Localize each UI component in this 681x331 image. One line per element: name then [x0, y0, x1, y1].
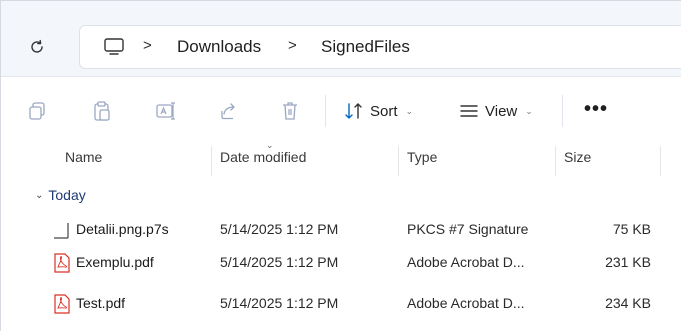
file-size: 231 KB — [605, 254, 651, 270]
refresh-button[interactable] — [27, 37, 47, 57]
column-header-name[interactable]: Name — [65, 149, 102, 165]
file-name: Exemplu.pdf — [76, 254, 154, 270]
rename-button[interactable] — [155, 99, 177, 123]
breadcrumb-separator[interactable]: > — [288, 37, 297, 54]
delete-button[interactable] — [279, 99, 301, 123]
column-divider[interactable] — [398, 146, 399, 176]
file-size: 75 KB — [612, 221, 651, 237]
chevron-down-icon: ⌄ — [35, 189, 44, 201]
file-name: Detalii.png.p7s — [76, 221, 169, 237]
sort-label: Sort — [370, 102, 398, 120]
column-divider[interactable] — [660, 146, 661, 176]
list-item[interactable]: Detalii.png.p7s 5/14/2025 1:12 PM PKCS #… — [1, 215, 681, 247]
file-date: 5/14/2025 1:12 PM — [220, 295, 339, 311]
breadcrumb-separator[interactable]: > — [143, 37, 152, 54]
share-button[interactable] — [217, 99, 239, 123]
breadcrumb-downloads[interactable]: Downloads — [177, 37, 261, 57]
column-header-size[interactable]: Size — [564, 149, 591, 165]
file-date: 5/14/2025 1:12 PM — [220, 221, 339, 237]
view-label: View — [485, 102, 518, 120]
copy-button[interactable] — [26, 99, 48, 123]
share-icon — [221, 103, 235, 120]
column-header-type[interactable]: Type — [407, 149, 437, 165]
address-bar-region: > Downloads > SignedFiles — [1, 1, 681, 76]
list-item[interactable]: Exemplu.pdf 5/14/2025 1:12 PM Adobe Acro… — [1, 248, 681, 280]
chevron-down-icon: ⌄ — [525, 105, 533, 116]
pdf-file-icon — [54, 294, 70, 314]
toolbar-divider — [562, 95, 563, 127]
command-bar: Sort ⌄ View ⌄ ••• — [1, 76, 681, 146]
refresh-icon — [31, 39, 43, 53]
file-type: Adobe Acrobat D... — [407, 295, 525, 311]
more-options-button[interactable]: ••• — [584, 99, 608, 119]
column-divider[interactable] — [211, 146, 212, 176]
pdf-file-icon — [54, 253, 70, 273]
column-header-row: ⌄ Name Date modified Type Size — [1, 140, 681, 176]
copy-icon — [29, 102, 45, 120]
paste-icon — [94, 101, 110, 121]
group-label: Today — [48, 187, 86, 203]
rename-icon — [156, 102, 175, 120]
file-name: Test.pdf — [76, 295, 126, 311]
file-date: 5/14/2025 1:12 PM — [220, 254, 339, 270]
view-list-icon — [460, 105, 478, 117]
file-explorer-window: > Downloads > SignedFiles Sort ⌄ View ⌄ … — [0, 0, 681, 331]
file-size: 234 KB — [605, 295, 651, 311]
file-type: PKCS #7 Signature — [407, 221, 529, 237]
view-button[interactable]: View ⌄ — [459, 97, 533, 125]
column-header-date-modified[interactable]: Date modified — [220, 149, 306, 165]
breadcrumb-signedfiles[interactable]: SignedFiles — [321, 37, 410, 57]
group-header-today[interactable]: ⌄ Today — [35, 187, 86, 203]
toolbar-divider — [325, 95, 326, 127]
trash-icon — [283, 102, 297, 120]
this-pc-icon[interactable] — [103, 38, 125, 56]
generic-file-icon — [54, 223, 69, 239]
list-item[interactable]: Test.pdf 5/14/2025 1:12 PM Adobe Acrobat… — [1, 289, 681, 321]
file-type: Adobe Acrobat D... — [407, 254, 525, 270]
chevron-down-icon: ⌄ — [405, 105, 414, 116]
column-divider[interactable] — [555, 146, 556, 176]
sort-button[interactable]: Sort ⌄ — [344, 97, 413, 125]
sort-icon — [345, 103, 362, 119]
paste-button[interactable] — [91, 99, 113, 123]
